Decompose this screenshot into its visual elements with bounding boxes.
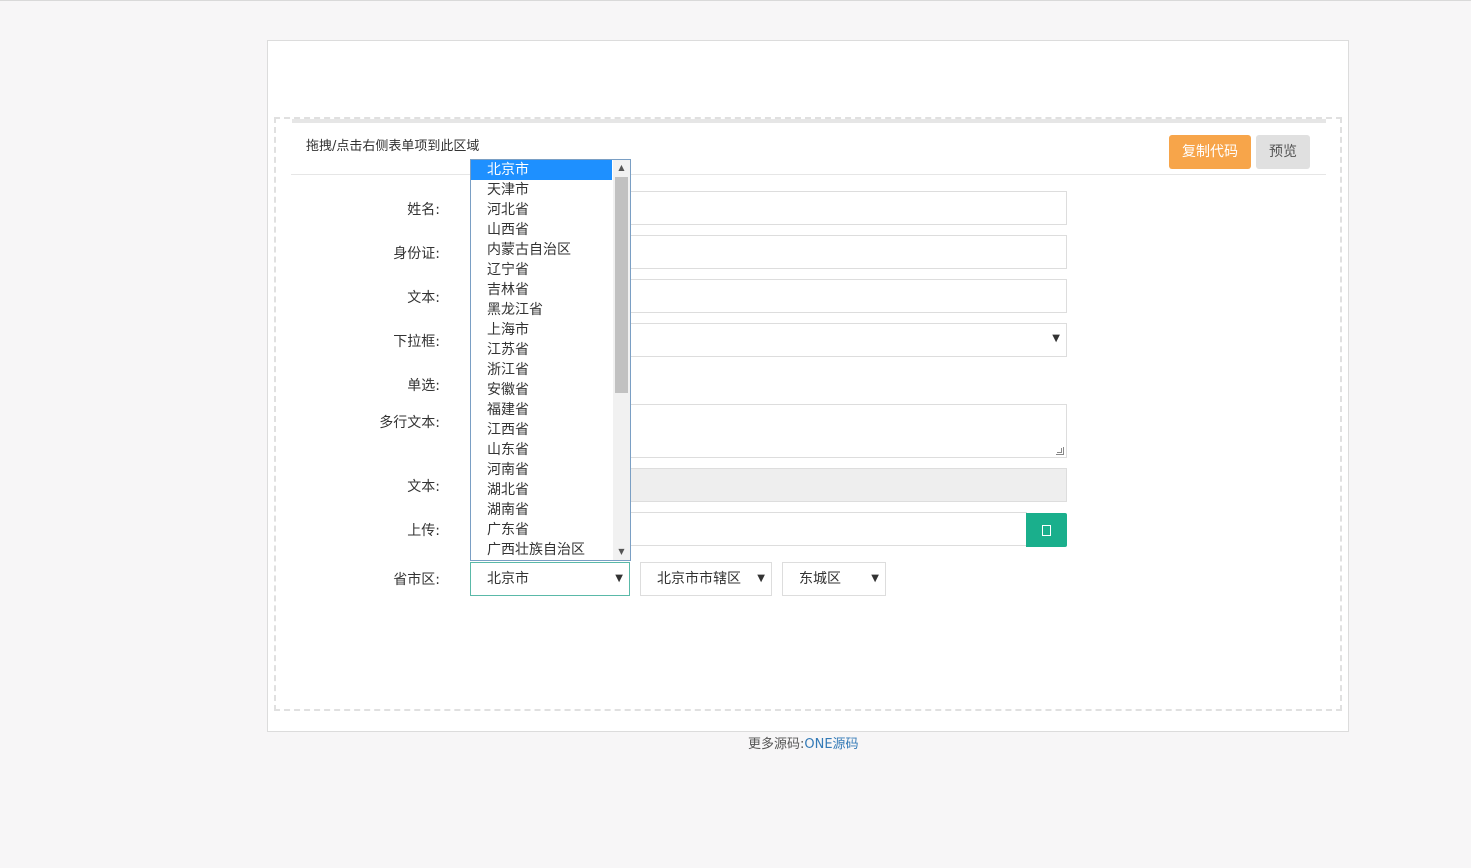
- upload-button[interactable]: [1026, 513, 1067, 547]
- footer-source-link[interactable]: ONE源码: [804, 737, 858, 752]
- chevron-down-icon: ▼: [1052, 333, 1060, 344]
- footer-prefix: 更多源码:: [748, 737, 805, 752]
- province-value: 北京市: [487, 571, 529, 587]
- dropdown-label: 下拉框:: [393, 334, 440, 350]
- province-option[interactable]: 北京市: [471, 160, 612, 180]
- province-option[interactable]: 内蒙古自治区: [471, 240, 612, 260]
- chevron-down-icon: ▼: [757, 573, 765, 584]
- province-option[interactable]: 广西壮族自治区: [471, 540, 612, 560]
- drop-zone-top-rule: [292, 119, 1326, 123]
- province-option[interactable]: 吉林省: [471, 280, 612, 300]
- province-option[interactable]: 广东省: [471, 520, 612, 540]
- province-dropdown-list[interactable]: 北京市 天津市 河北省 山西省 内蒙古自治区 辽宁省 吉林省 黑龙江省 上海市 …: [470, 159, 631, 561]
- drop-zone-separator: [291, 174, 1326, 175]
- preview-button[interactable]: 预览: [1256, 135, 1310, 169]
- province-option[interactable]: 山东省: [471, 440, 612, 460]
- city-value: 北京市市辖区: [657, 571, 741, 587]
- province-option[interactable]: 江苏省: [471, 340, 612, 360]
- province-option[interactable]: 河南省: [471, 460, 612, 480]
- scroll-thumb[interactable]: [615, 177, 628, 393]
- province-option[interactable]: 浙江省: [471, 360, 612, 380]
- drop-hint: 拖拽/点击右侧表单项到此区域: [306, 139, 480, 154]
- scroll-up-arrow-icon[interactable]: ▲: [613, 160, 630, 176]
- region-label: 省市区:: [393, 572, 440, 588]
- upload-label: 上传:: [407, 523, 440, 539]
- chevron-down-icon: ▼: [615, 573, 623, 584]
- district-select[interactable]: 东城区 ▼: [782, 562, 886, 596]
- district-value: 东城区: [799, 571, 841, 587]
- province-option[interactable]: 江西省: [471, 420, 612, 440]
- id-card-label: 身份证:: [393, 246, 440, 262]
- province-option[interactable]: 河北省: [471, 200, 612, 220]
- text-label: 文本:: [407, 290, 440, 306]
- province-select[interactable]: 北京市 ▼: [470, 562, 630, 596]
- dropdown-scrollbar[interactable]: ▲ ▼: [613, 160, 630, 560]
- disabled-text-label: 文本:: [407, 479, 440, 495]
- name-label: 姓名:: [407, 202, 440, 218]
- province-option[interactable]: 黑龙江省: [471, 300, 612, 320]
- province-option[interactable]: 上海市: [471, 320, 612, 340]
- footer: 更多源码:ONE源码: [748, 733, 859, 752]
- textarea-label: 多行文本:: [379, 415, 440, 431]
- upload-icon: [1042, 524, 1051, 536]
- province-option[interactable]: 天津市: [471, 180, 612, 200]
- province-option[interactable]: 湖南省: [471, 500, 612, 520]
- city-select[interactable]: 北京市市辖区 ▼: [640, 562, 772, 596]
- province-option[interactable]: 山西省: [471, 220, 612, 240]
- province-option[interactable]: 福建省: [471, 400, 612, 420]
- copy-code-button[interactable]: 复制代码: [1169, 135, 1251, 169]
- province-option[interactable]: 湖北省: [471, 480, 612, 500]
- drop-zone[interactable]: 拖拽/点击右侧表单项到此区域 复制代码 预览 姓名: 身份证: 文本: 下拉框:…: [274, 117, 1342, 711]
- builder-panel: 拖拽/点击右侧表单项到此区域 复制代码 预览 姓名: 身份证: 文本: 下拉框:…: [267, 40, 1349, 732]
- radio-label: 单选:: [407, 378, 440, 394]
- province-option[interactable]: 安徽省: [471, 380, 612, 400]
- resize-handle-icon[interactable]: [1056, 447, 1064, 455]
- chevron-down-icon: ▼: [871, 573, 879, 584]
- province-option[interactable]: 辽宁省: [471, 260, 612, 280]
- top-divider: [0, 0, 1471, 1]
- scroll-down-arrow-icon[interactable]: ▼: [613, 544, 630, 560]
